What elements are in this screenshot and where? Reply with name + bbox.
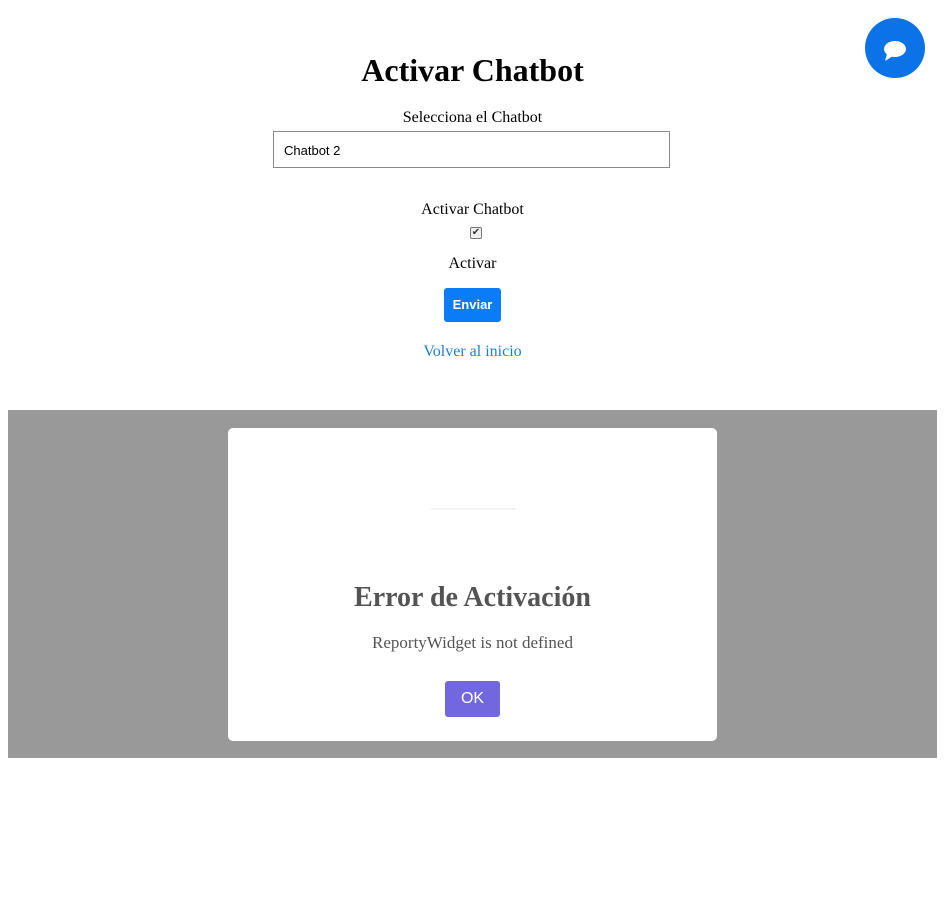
back-home-link[interactable]: Volver al inicio	[0, 342, 945, 362]
submit-button[interactable]: Enviar	[444, 288, 501, 322]
activate-checkbox[interactable]: ✔	[470, 227, 482, 239]
page: Activar Chatbot Selecciona el Chatbot Ch…	[0, 0, 945, 920]
ok-button[interactable]: OK	[445, 681, 500, 717]
modal-message: ReportyWidget is not defined	[372, 633, 573, 652]
modal-overlay: Error de Activación ReportyWidget is not…	[8, 410, 937, 758]
chat-icon	[884, 41, 906, 61]
error-icon	[431, 508, 516, 510]
chat-widget-button[interactable]	[865, 18, 925, 78]
error-modal: Error de Activación ReportyWidget is not…	[228, 428, 717, 741]
chatbot-select-label: Selecciona el Chatbot	[402, 109, 543, 126]
activate-checkbox-label: Activar Chatbot	[421, 201, 524, 218]
submit-label: Activar	[448, 255, 497, 272]
modal-title: Error de Activación	[354, 582, 591, 613]
chatbot-select[interactable]: Chatbot 2	[273, 131, 670, 168]
page-title: Activar Chatbot	[361, 52, 584, 88]
